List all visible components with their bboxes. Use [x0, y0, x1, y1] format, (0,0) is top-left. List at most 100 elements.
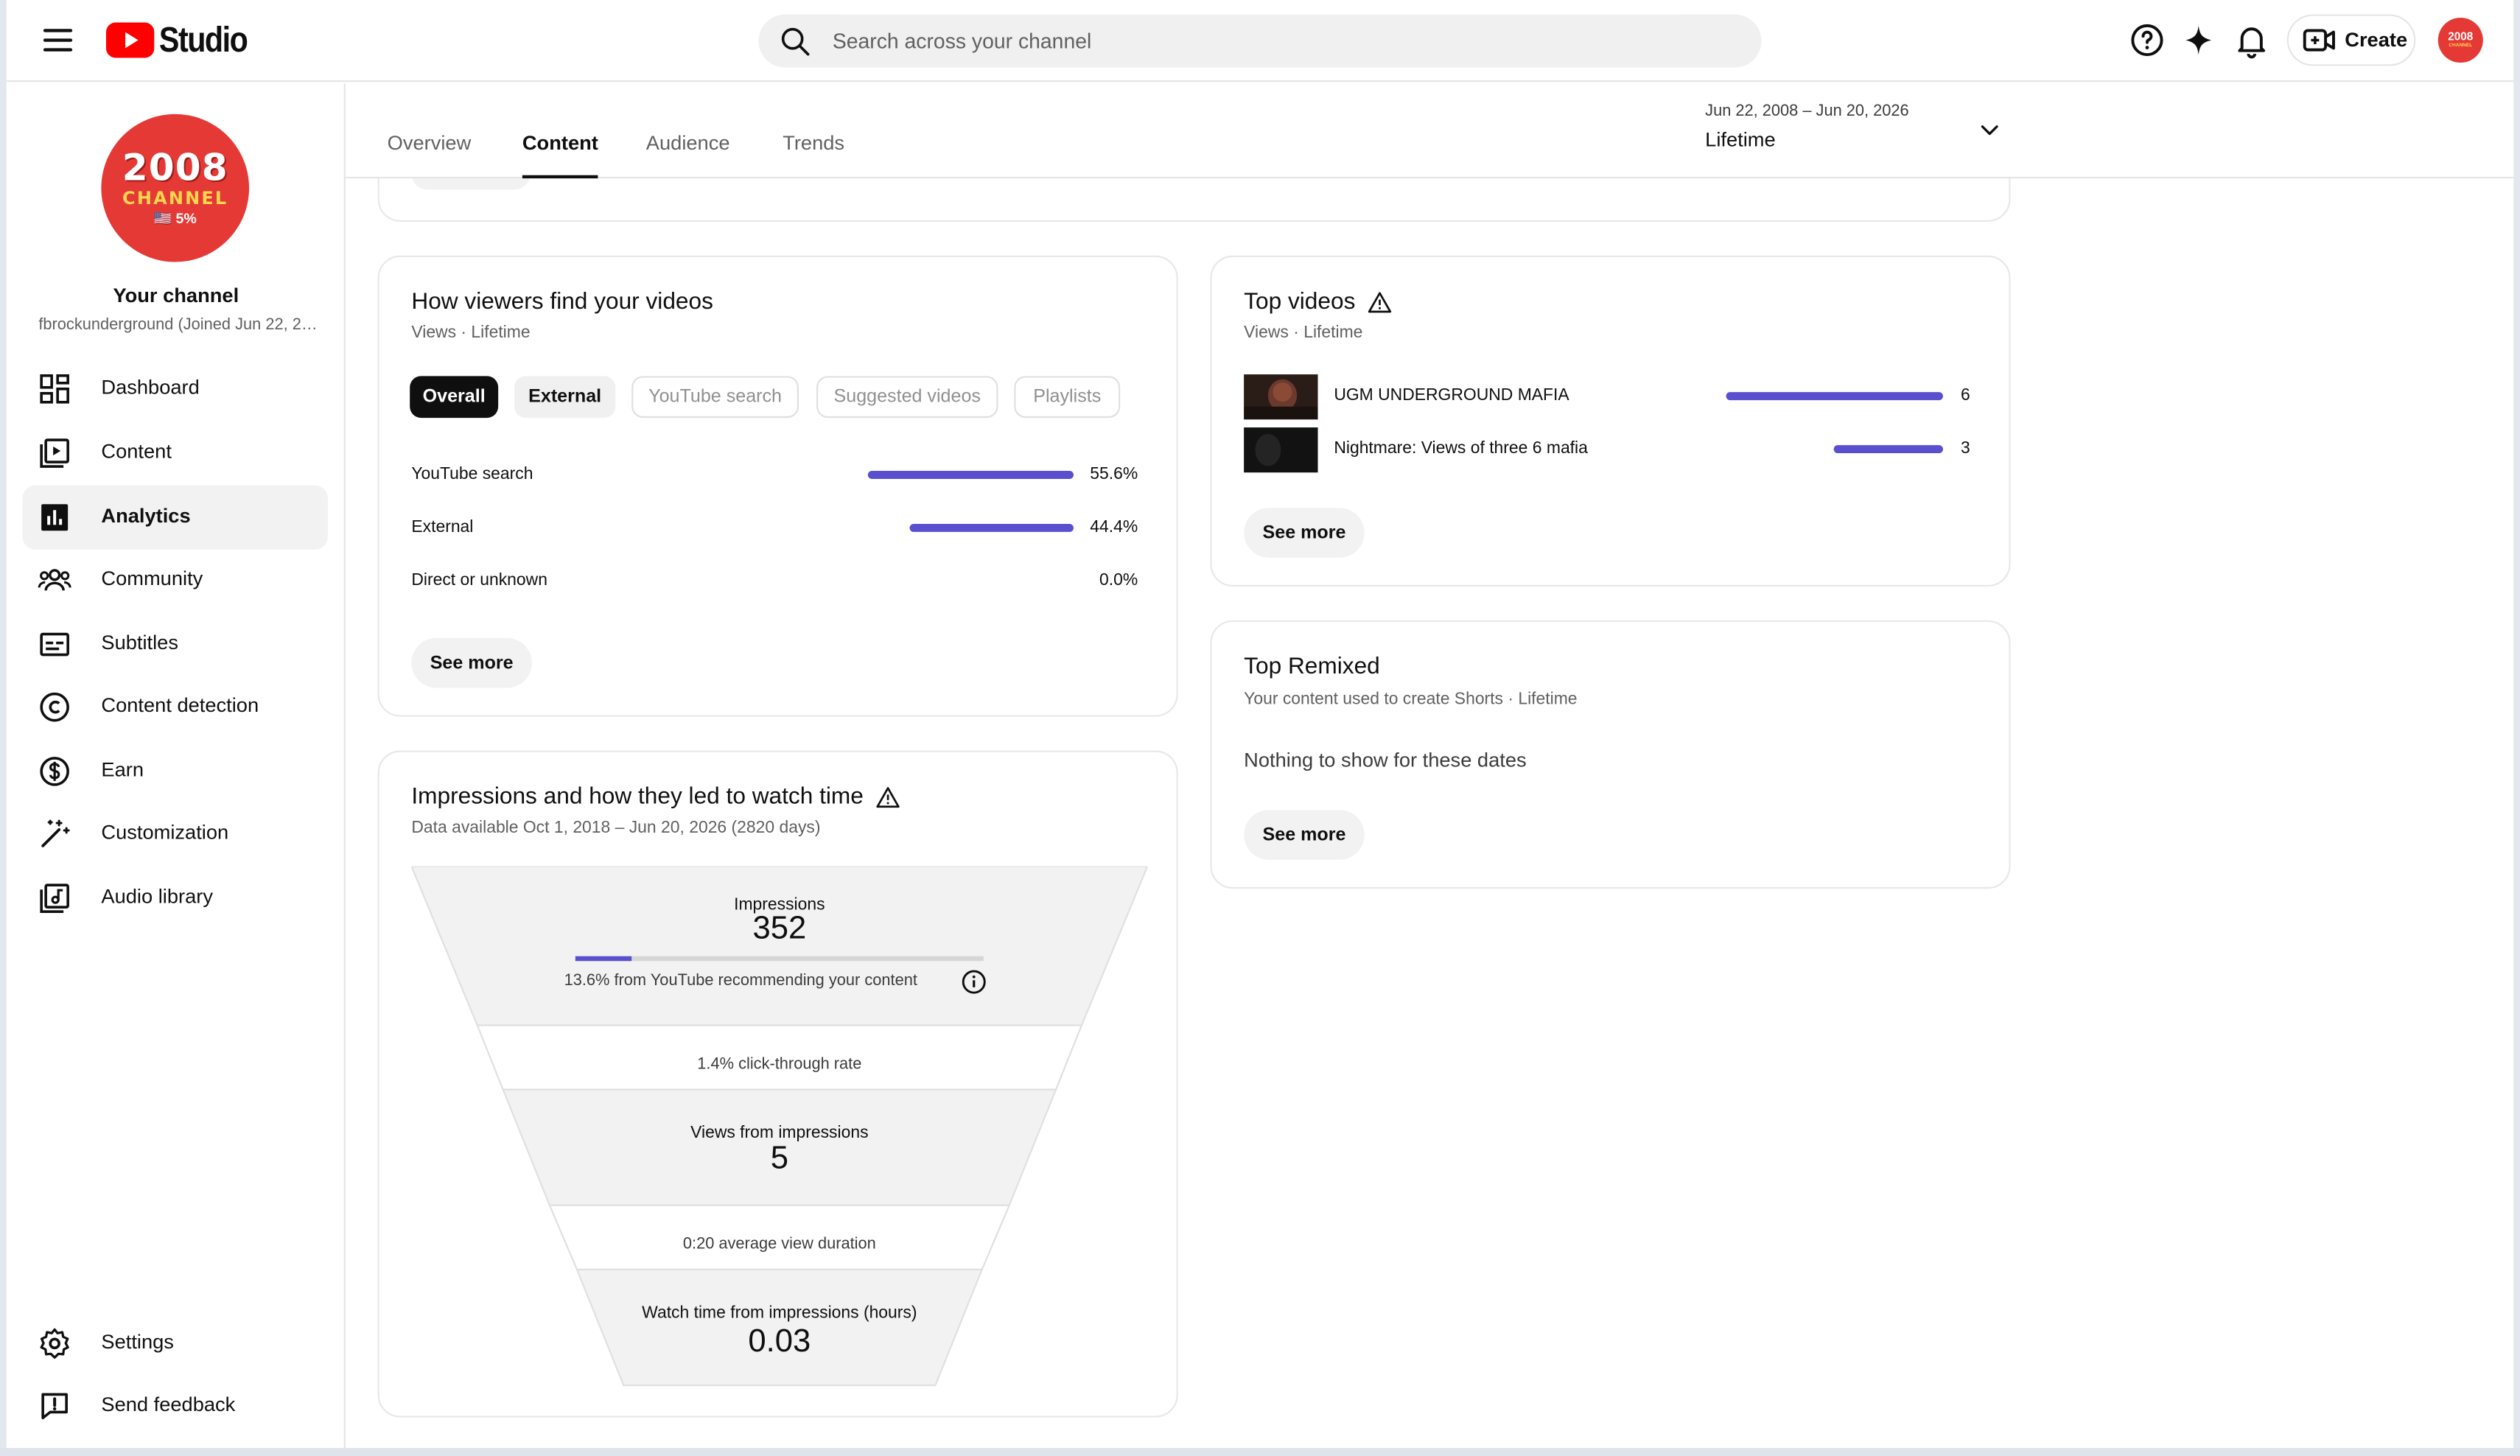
sidebar-item-label: Analytics	[101, 504, 191, 528]
info-icon[interactable]	[961, 969, 987, 995]
sidebar-item-community[interactable]: Community	[23, 548, 328, 612]
empty-state-text: Nothing to show for these dates	[1244, 749, 1527, 771]
traffic-row: External 44.4%	[411, 517, 1138, 540]
warning-icon[interactable]	[1368, 291, 1393, 314]
channel-handle: fbrockunderground (Joined Jun 22, 2008)	[38, 316, 321, 335]
sidebar-item-label: Dashboard	[101, 376, 200, 399]
sidebar-item-label: Earn	[101, 758, 144, 781]
feedback-icon	[41, 1393, 68, 1420]
chip-overall[interactable]: Overall	[410, 376, 499, 419]
community-icon	[38, 569, 71, 591]
date-period-label[interactable]: Lifetime	[1705, 128, 1775, 151]
create-button[interactable]: Create	[2286, 14, 2416, 66]
traffic-see-more-button[interactable]: See more	[411, 637, 532, 688]
sidebar-item-customization[interactable]: Customization	[23, 802, 328, 866]
card-subtitle: Views · Lifetime	[1244, 323, 1363, 343]
top-video-row[interactable]: Nightmare: Views of three 6 mafia 3	[1244, 427, 1970, 473]
tab-overview[interactable]: Overview	[388, 132, 472, 178]
top-remixed-title-text: Top Remixed	[1244, 654, 1380, 680]
youtube-logo-icon	[105, 22, 155, 58]
help-icon[interactable]	[2128, 21, 2166, 59]
views-value: 5	[411, 1141, 1147, 1178]
watch-time-value-text: 0.03	[748, 1324, 811, 1360]
sidebar-item-label: Content detection	[101, 694, 259, 717]
sidebar: 2008 CHANNEL 🇺🇸 5% Your channel fbrockun…	[6, 83, 346, 1449]
top-videos-see-more-button[interactable]: See more	[1244, 508, 1365, 558]
date-range-text[interactable]: Jun 22, 2008 – Jun 20, 2026	[1705, 103, 1909, 121]
card-title: Impressions and how they led to watch ti…	[411, 784, 900, 810]
search-input[interactable]	[832, 14, 1733, 68]
logo-text: Studio	[158, 19, 248, 60]
traffic-row-label: Direct or unknown	[411, 570, 547, 590]
chip-youtube-search[interactable]: YouTube search	[631, 376, 799, 419]
tab-trends[interactable]: Trends	[783, 132, 844, 178]
video-thumbnail[interactable]	[1244, 427, 1318, 473]
account-avatar[interactable]: 2008 CHANNEL	[2437, 17, 2483, 63]
avatar-badge: 🇺🇸 5%	[153, 209, 197, 226]
magic-wand-icon	[41, 819, 70, 847]
tab-content[interactable]: Content	[522, 132, 599, 179]
chip-playlists[interactable]: Playlists	[1014, 376, 1121, 419]
search-bar[interactable]	[758, 14, 1762, 68]
top-remixed-card: Top Remixed Your content used to create …	[1210, 620, 2011, 889]
sidebar-item-subtitles[interactable]: Subtitles	[23, 612, 328, 676]
card-subtitle: Views · Lifetime	[411, 323, 531, 343]
copyright-icon	[40, 692, 69, 722]
avd-text: 0:20 average view duration	[682, 1236, 876, 1254]
top-video-title[interactable]: Nightmare: Views of three 6 mafia	[1334, 438, 1588, 458]
tab-audience[interactable]: Audience	[646, 132, 730, 178]
sidebar-item-label: Content	[101, 440, 172, 463]
studio-logo[interactable]: Studio	[105, 19, 262, 61]
audio-library-icon	[40, 883, 69, 913]
avd-row: 0:20 average view duration	[411, 1228, 1147, 1256]
sidebar-item-content-detection[interactable]: Content detection	[23, 675, 328, 739]
frame-edge-right	[2513, 0, 2520, 1456]
video-thumbnail[interactable]	[1244, 374, 1318, 420]
studio-app: Studio Create 2008 CHANNEL 2008 CHANNEL …	[0, 0, 2520, 1456]
subtitles-icon	[40, 632, 69, 657]
create-label: Create	[2345, 29, 2408, 52]
ctr-row: 1.4% click-through rate	[411, 1048, 1147, 1077]
traffic-row-label: External	[411, 517, 474, 537]
top-videos-title-text: Top videos	[1244, 289, 1356, 315]
sidebar-item-earn[interactable]: Earn	[23, 739, 328, 803]
top-remixed-see-more-button[interactable]: See more	[1244, 810, 1365, 860]
traffic-row: Direct or unknown 0.0%	[411, 570, 1138, 593]
card-title: How viewers find your videos	[411, 290, 713, 315]
watch-time-value: 0.03	[411, 1324, 1147, 1361]
sidebar-item-dashboard[interactable]: Dashboard	[23, 357, 328, 421]
sidebar-item-label: Customization	[101, 821, 229, 844]
menu-icon[interactable]	[38, 21, 77, 59]
sparkle-icon[interactable]	[2180, 21, 2218, 59]
avatar-small-subtext: CHANNEL	[2449, 41, 2473, 49]
top-video-title[interactable]: UGM UNDERGROUND MAFIA	[1334, 385, 1569, 405]
sidebar-item-content[interactable]: Content	[23, 421, 328, 485]
chip-external[interactable]: External	[514, 376, 616, 419]
top-video-row[interactable]: UGM UNDERGROUND MAFIA 6	[1244, 374, 1970, 420]
bell-icon[interactable]	[2233, 21, 2271, 59]
sidebar-item-label: Community	[101, 567, 203, 590]
dashboard-icon	[40, 374, 69, 404]
views-value-text: 5	[770, 1141, 788, 1177]
views-label-text: Views from impressions	[690, 1123, 869, 1143]
sidebar-item-audio-library[interactable]: Audio library	[23, 867, 328, 931]
card-title: Top videos	[1244, 290, 1392, 315]
chip-suggested-videos[interactable]: Suggested videos	[816, 376, 998, 419]
sidebar-item-label: Audio library	[101, 885, 213, 909]
traffic-sources-card: How viewers find your videos Views · Lif…	[377, 255, 1178, 717]
impressions-value: 352	[411, 911, 1147, 948]
search-icon[interactable]	[778, 24, 813, 60]
traffic-row-bar	[867, 471, 1074, 479]
recommend-progress-fill	[575, 956, 631, 962]
sidebar-item-send-feedback[interactable]: Send feedback	[23, 1374, 328, 1438]
chevron-down-icon[interactable]	[1975, 116, 2004, 144]
ctr-text: 1.4% click-through rate	[697, 1055, 862, 1074]
traffic-row-bar	[909, 524, 1074, 532]
recommend-progress-track	[575, 956, 984, 962]
sidebar-item-settings[interactable]: Settings	[23, 1312, 328, 1376]
top-video-bar	[1833, 445, 1943, 454]
channel-avatar[interactable]: 2008 CHANNEL 🇺🇸 5%	[101, 113, 250, 262]
sidebar-item-analytics[interactable]: Analytics	[22, 485, 328, 550]
avatar-year: 2008	[122, 147, 228, 189]
warning-icon[interactable]	[876, 786, 900, 809]
